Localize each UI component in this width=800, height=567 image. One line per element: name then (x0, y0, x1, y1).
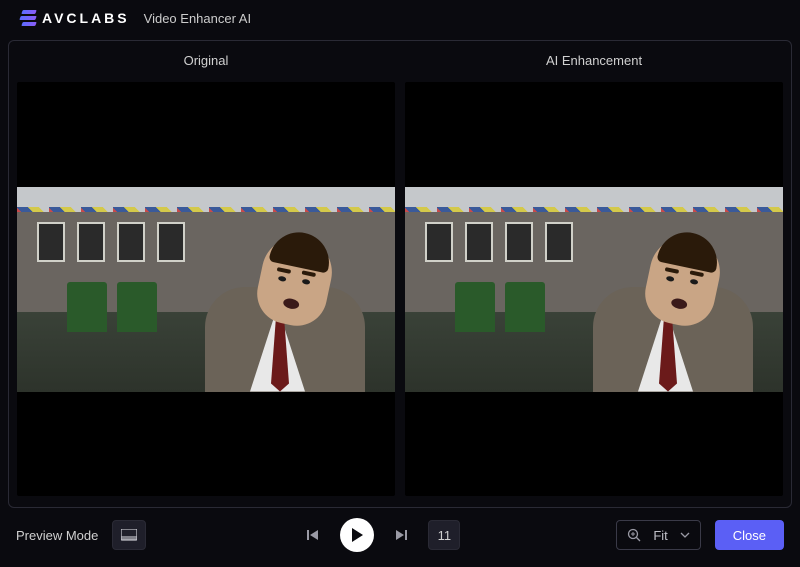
zoom-in-icon (627, 528, 641, 542)
chevron-down-icon (680, 532, 690, 538)
header: AVCLABS Video Enhancer AI (0, 0, 800, 36)
frame-number-display[interactable]: 11 (428, 520, 460, 550)
preview-container: Original AI Enhancement (8, 40, 792, 508)
enhanced-video-panel[interactable] (405, 82, 783, 496)
original-video-panel[interactable] (17, 82, 395, 496)
zoom-dropdown[interactable]: Fit (616, 520, 700, 550)
playback-controls: 11 (302, 518, 460, 552)
logo-icon (18, 10, 36, 26)
close-button[interactable]: Close (715, 520, 784, 550)
original-video-frame (17, 187, 395, 392)
preview-mode-button[interactable] (112, 520, 146, 550)
enhanced-label: AI Enhancement (405, 49, 783, 72)
previous-frame-button[interactable] (302, 524, 324, 546)
brand-name: AVCLABS (42, 10, 130, 26)
next-frame-button[interactable] (390, 524, 412, 546)
app-logo: AVCLABS (18, 10, 130, 26)
preview-mode-label: Preview Mode (16, 528, 98, 543)
preview-labels: Original AI Enhancement (17, 49, 783, 72)
preview-panels (17, 82, 783, 496)
enhanced-video-frame (405, 187, 783, 392)
zoom-label: Fit (653, 528, 667, 543)
skip-back-icon (306, 528, 320, 542)
original-label: Original (17, 49, 395, 72)
app-title: Video Enhancer AI (144, 11, 251, 26)
play-button[interactable] (340, 518, 374, 552)
split-view-icon (121, 529, 137, 541)
skip-forward-icon (394, 528, 408, 542)
play-icon (351, 528, 363, 542)
bottom-bar: Preview Mode 11 (0, 508, 800, 562)
